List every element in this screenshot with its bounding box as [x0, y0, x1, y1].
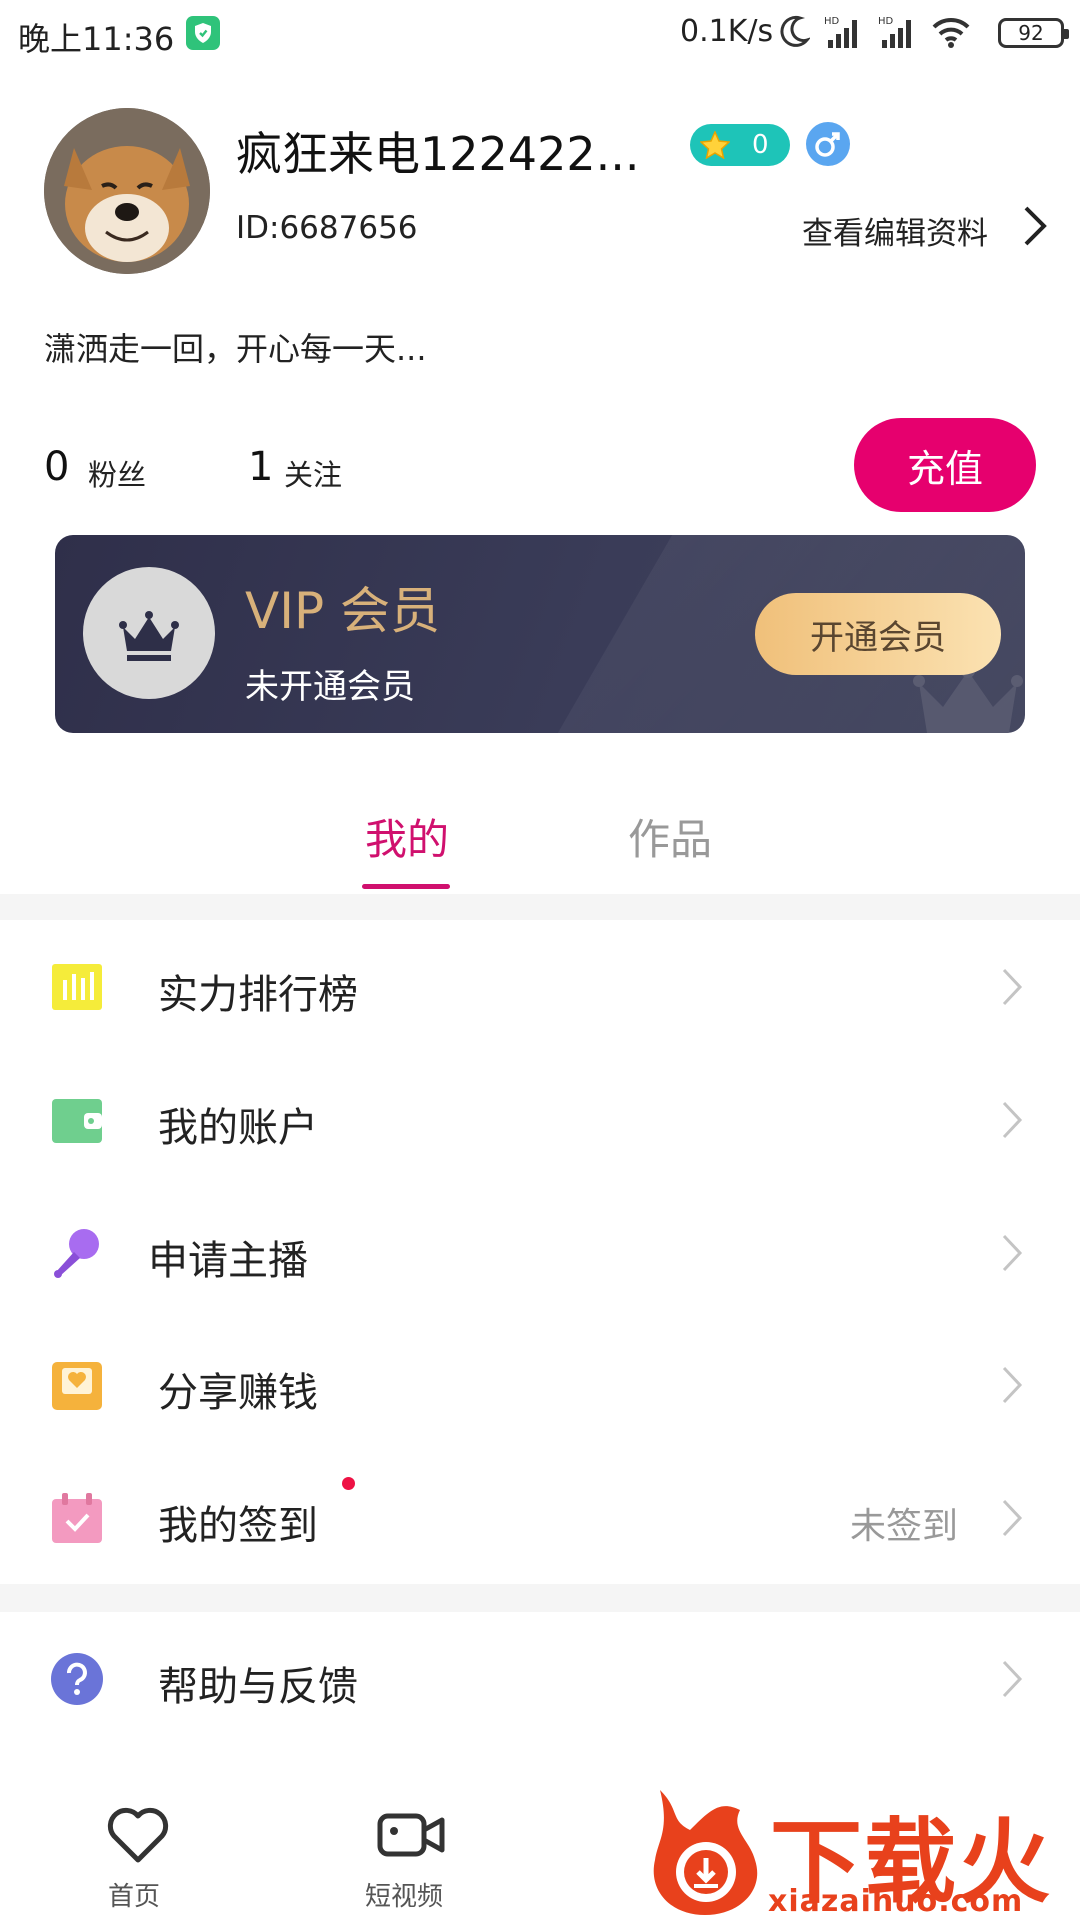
microphone-icon: [54, 1229, 99, 1278]
open-vip-button[interactable]: 开通会员: [755, 593, 1001, 675]
flame-logo-icon: [653, 1790, 758, 1915]
level-badge: 0: [690, 124, 790, 166]
battery-icon: 92: [998, 18, 1069, 48]
tab-indicator: [362, 884, 450, 889]
level-value: 0: [752, 130, 769, 160]
menu-item-help[interactable]: 帮助与反馈: [0, 1612, 1080, 1744]
chevron-right-icon: [1002, 968, 1023, 1006]
bar-chart-icon: [52, 964, 102, 1010]
svg-text:HD: HD: [878, 16, 894, 27]
chevron-right-icon: [1002, 1101, 1023, 1139]
checkin-status: 未签到: [850, 1506, 959, 1547]
menu-label-share-earn: 分享赚钱: [158, 1370, 318, 1416]
status-bar: 晚上11:36 0.1K/s HD HD 92: [0, 0, 1080, 66]
nav-label-home: 首页: [107, 1882, 160, 1912]
fans-count[interactable]: 0: [44, 444, 69, 490]
menu-label-ranking: 实力排行榜: [158, 972, 358, 1018]
nav-home[interactable]: 首页: [44, 1778, 224, 1920]
video-camera-icon: [377, 1813, 445, 1857]
watermark-url: xiazaihuo.com: [768, 1884, 1024, 1919]
wallet-icon: [52, 1099, 102, 1143]
chevron-right-icon: [1002, 1499, 1023, 1537]
heart-icon: [107, 1807, 169, 1863]
divider: [0, 894, 1080, 920]
svg-text:HD: HD: [824, 16, 840, 27]
shield-icon: [186, 16, 220, 50]
menu-label-help: 帮助与反馈: [158, 1664, 358, 1710]
watermark-logo: 下载火 xiazaihuo.com: [640, 1780, 1080, 1920]
moon-icon: [780, 15, 810, 47]
menu-item-ranking[interactable]: 实力排行榜: [0, 920, 1080, 1052]
network-speed: 0.1K/s: [680, 14, 774, 49]
follow-count[interactable]: 1: [248, 444, 273, 490]
help-icon: [51, 1653, 103, 1705]
signal-icon: HD: [824, 16, 857, 48]
menu-item-share-earn[interactable]: 分享赚钱: [0, 1318, 1080, 1450]
status-time: 晚上11:36: [18, 20, 175, 58]
edit-profile-link[interactable]: 查看编辑资料: [802, 208, 988, 253]
envelope-heart-icon: [52, 1362, 102, 1410]
nav-label-short-video: 短视频: [364, 1882, 443, 1912]
fans-label[interactable]: 粉丝: [88, 452, 146, 494]
chevron-right-icon: [1002, 1234, 1023, 1272]
notification-dot: [342, 1477, 355, 1490]
vip-status: 未开通会员: [245, 667, 415, 707]
male-icon: [806, 122, 850, 166]
signature: 潇洒走一回，开心每一天...: [44, 330, 427, 368]
menu-item-apply-anchor[interactable]: 申请主播: [0, 1186, 1080, 1318]
chevron-right-icon: [1002, 1366, 1023, 1404]
vip-crown-badge: [83, 567, 215, 699]
username: 疯狂来电122422...: [236, 127, 640, 181]
crown-icon: [119, 611, 179, 661]
menu-item-checkin[interactable]: 我的签到 未签到: [0, 1451, 1080, 1583]
tab-mine[interactable]: 我的: [365, 806, 449, 867]
chevron-right-icon: [1002, 1660, 1023, 1698]
menu-item-account[interactable]: 我的账户: [0, 1053, 1080, 1185]
calendar-check-icon: [52, 1493, 102, 1543]
wifi-icon: [932, 17, 970, 48]
tab-works[interactable]: 作品: [628, 806, 712, 867]
user-id: ID:6687656: [236, 210, 418, 246]
avatar[interactable]: [44, 108, 210, 274]
menu-label-account: 我的账户: [158, 1105, 318, 1151]
menu-label-apply-anchor: 申请主播: [148, 1238, 308, 1284]
signal-icon-2: HD: [878, 16, 911, 48]
nav-short-video[interactable]: 短视频: [314, 1778, 494, 1920]
star-icon: [700, 131, 730, 159]
divider: [0, 1584, 1080, 1612]
follow-label[interactable]: 关注: [284, 452, 342, 494]
vip-title: VIP 会员: [245, 582, 440, 640]
recharge-button[interactable]: 充值: [854, 418, 1036, 512]
chevron-right-icon[interactable]: [1022, 204, 1048, 248]
menu-label-checkin: 我的签到: [158, 1503, 318, 1549]
vip-card[interactable]: VIP 会员 未开通会员 开通会员: [55, 535, 1025, 733]
